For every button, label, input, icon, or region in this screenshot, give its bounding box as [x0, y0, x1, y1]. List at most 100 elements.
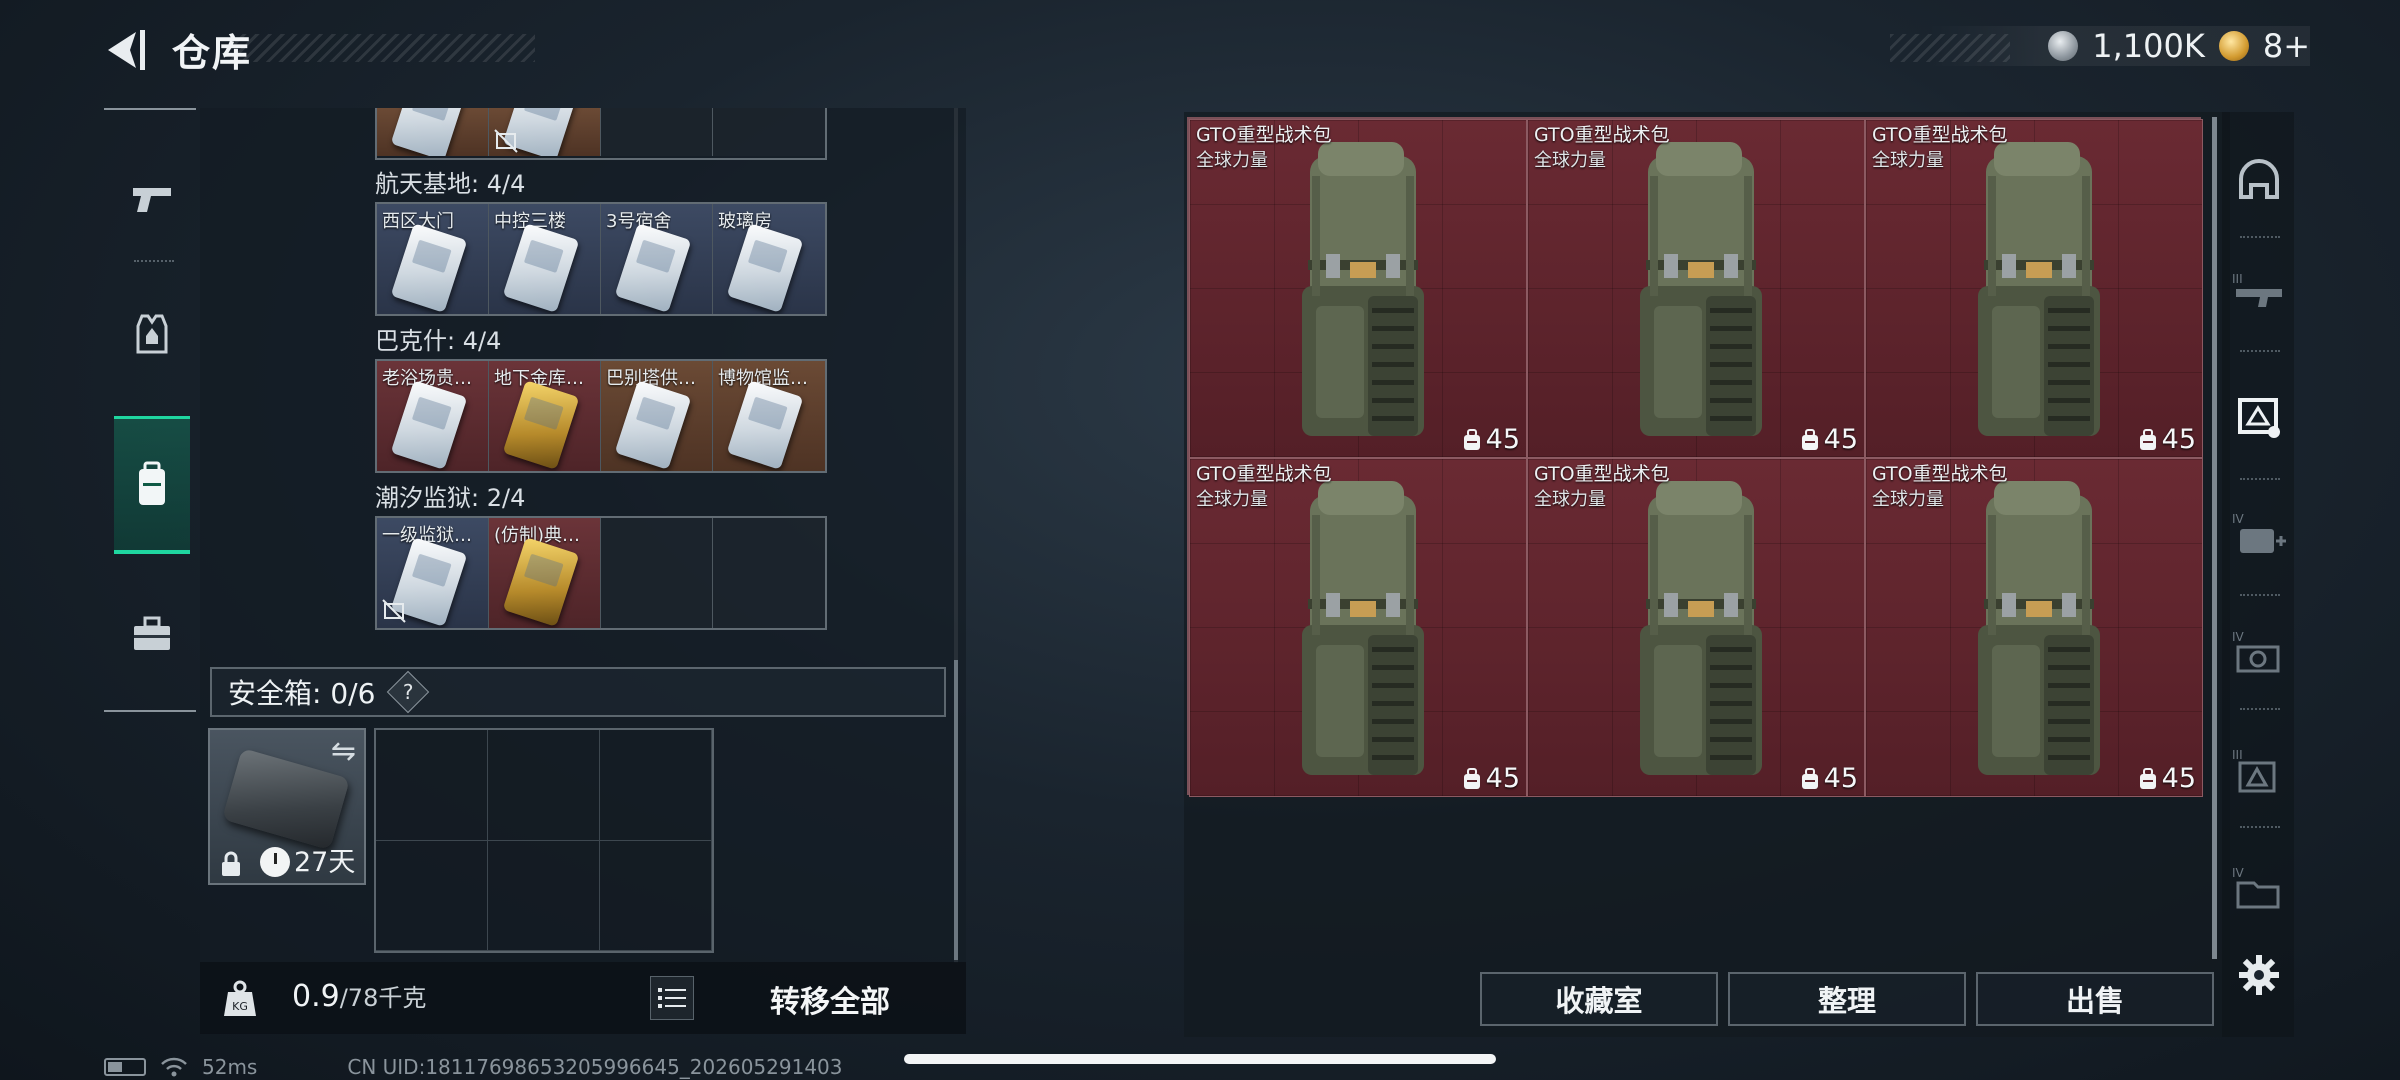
capacity-icon — [1801, 767, 1818, 789]
keycard-cell[interactable]: 博物馆监… — [713, 361, 825, 471]
capacity-value: 45 — [1485, 763, 1520, 794]
item-subtitle: 全球力量 — [1196, 150, 1268, 171]
rifle-tier-icon: III — [2232, 272, 2282, 307]
capacity-value: 45 — [1485, 424, 1520, 455]
safe-box-item[interactable]: ⇋ 27天 — [208, 728, 366, 885]
item-capacity: 45 — [1800, 763, 1858, 794]
empty-cell[interactable] — [488, 730, 600, 841]
filter-separator — [2240, 826, 2280, 828]
organize-button[interactable]: 整理 — [1728, 972, 1966, 1026]
empty-cell[interactable] — [601, 108, 713, 156]
keycard-cell[interactable]: 西区大门 — [377, 204, 489, 314]
filter-weapons[interactable]: III — [2232, 266, 2286, 320]
pistol-icon — [133, 188, 171, 212]
home-indicator[interactable] — [904, 1054, 1496, 1064]
keycard-icon — [502, 223, 580, 313]
safe-box-header: 安全箱: 0/6 ? — [210, 667, 946, 717]
empty-cell[interactable] — [376, 730, 488, 841]
keycard-cell[interactable] — [377, 108, 489, 156]
keycard-cell[interactable]: 地下金库… — [489, 361, 601, 471]
sell-button[interactable]: 出售 — [1976, 972, 2214, 1026]
filter-containers[interactable] — [2232, 390, 2286, 444]
clock-icon — [260, 847, 290, 877]
item-subtitle: 全球力量 — [1534, 489, 1606, 510]
back-arrow-icon[interactable] — [100, 28, 148, 72]
empty-cell[interactable] — [713, 108, 825, 156]
filter-helmet[interactable] — [2232, 152, 2286, 206]
list-view-button[interactable] — [650, 976, 694, 1020]
silver-coin-icon — [2048, 31, 2079, 61]
backpack-icon — [1640, 481, 1762, 775]
capacity-value: 45 — [2161, 763, 2196, 794]
keycard-cell[interactable]: 巴别塔供… — [601, 361, 713, 471]
filter-separator — [2240, 478, 2280, 480]
capacity-value: 45 — [2161, 424, 2196, 455]
warehouse-item[interactable]: GTO重型战术包 全球力量 45 — [1865, 119, 2203, 458]
vest-icon — [136, 314, 168, 354]
empty-cell[interactable] — [713, 518, 825, 628]
backpack-icon — [1978, 481, 2100, 775]
empty-cell[interactable] — [601, 518, 713, 628]
filter-parts[interactable]: III — [2232, 744, 2286, 798]
capacity-icon — [2139, 428, 2156, 450]
warehouse-item[interactable]: GTO重型战术包 全球力量 45 — [1527, 119, 1865, 458]
warehouse-item[interactable]: GTO重型战术包 全球力量 45 — [1189, 458, 1527, 797]
capacity-value: 45 — [1823, 424, 1858, 455]
warehouse-item[interactable]: GTO重型战术包 全球力量 45 — [1189, 119, 1527, 458]
keycard-grid-tidal-prison: 一级监狱… (仿制)典… — [375, 516, 827, 630]
settings-button[interactable] — [2232, 948, 2286, 1002]
svg-text:IV: IV — [2232, 512, 2245, 526]
help-button[interactable]: ? — [387, 670, 430, 714]
ammo-tier-icon: IV — [2232, 630, 2280, 673]
rail-item-weapons[interactable] — [114, 148, 190, 248]
filter-separator — [2240, 236, 2280, 238]
battery-icon — [104, 1058, 146, 1076]
rail-item-containers[interactable] — [114, 416, 190, 554]
keycard-cell[interactable]: 玻璃房 — [713, 204, 825, 314]
collection-room-button[interactable]: 收藏室 — [1480, 972, 1718, 1026]
helmet-icon — [2239, 159, 2279, 199]
item-name: GTO重型战术包 — [1534, 124, 1670, 146]
empty-cell[interactable] — [600, 840, 712, 951]
empty-cell[interactable] — [376, 840, 488, 951]
rail-item-armor[interactable] — [114, 284, 190, 384]
keycard-icon — [726, 380, 804, 470]
empty-cell[interactable] — [488, 840, 600, 951]
inventory-scrollbar-thumb[interactable] — [954, 660, 958, 960]
capacity-icon — [1463, 767, 1480, 789]
keycard-cell[interactable]: 老浴场贵… — [377, 361, 489, 471]
backpack-icon — [139, 461, 165, 505]
group-title-aerospace: 航天基地: 4/4 — [375, 170, 526, 198]
keycard-icon — [502, 380, 580, 470]
backpack-icon — [1978, 142, 2100, 436]
part-tier-icon: III — [2232, 748, 2276, 793]
currency-bar: 1,100K 8+ — [1928, 26, 2310, 66]
keycard-cell[interactable]: (仿制)典… — [489, 518, 601, 628]
rail-item-tools[interactable] — [114, 584, 190, 684]
empty-cell[interactable] — [600, 730, 712, 841]
gold-amount[interactable]: 8+ — [2263, 27, 2310, 65]
keycard-cell[interactable]: 中控三楼 — [489, 204, 601, 314]
item-subtitle: 全球力量 — [1872, 150, 1944, 171]
wifi-icon — [161, 1057, 187, 1077]
keycard-grid-aerospace: 西区大门 中控三楼 3号宿舍 玻璃房 — [375, 202, 827, 316]
svg-text:IV: IV — [2232, 866, 2245, 880]
filter-separator — [2240, 594, 2280, 596]
filter-ammo[interactable]: IV — [2232, 626, 2286, 680]
keycard-cell[interactable] — [489, 108, 601, 156]
transfer-all-button[interactable]: 转移全部 — [715, 974, 945, 1024]
filter-separator — [2240, 350, 2280, 352]
filter-misc[interactable]: IV — [2232, 862, 2286, 916]
weight-readout: 0.9/78千克 — [292, 978, 426, 1014]
warehouse-item[interactable]: GTO重型战术包 全球力量 45 — [1527, 458, 1865, 797]
keycard-icon — [390, 108, 468, 156]
keycard-icon — [726, 223, 804, 313]
keycard-cell[interactable]: 3号宿舍 — [601, 204, 713, 314]
warehouse-item[interactable]: GTO重型战术包 全球力量 45 — [1865, 458, 2203, 797]
filter-medical[interactable]: IV — [2232, 508, 2286, 562]
item-name: GTO重型战术包 — [1534, 463, 1670, 485]
warehouse-scrollbar[interactable] — [2212, 117, 2217, 959]
keycard-cell[interactable]: 一级监狱… — [377, 518, 489, 628]
gold-coin-icon — [2218, 31, 2249, 61]
swap-icon[interactable]: ⇋ — [331, 734, 356, 769]
